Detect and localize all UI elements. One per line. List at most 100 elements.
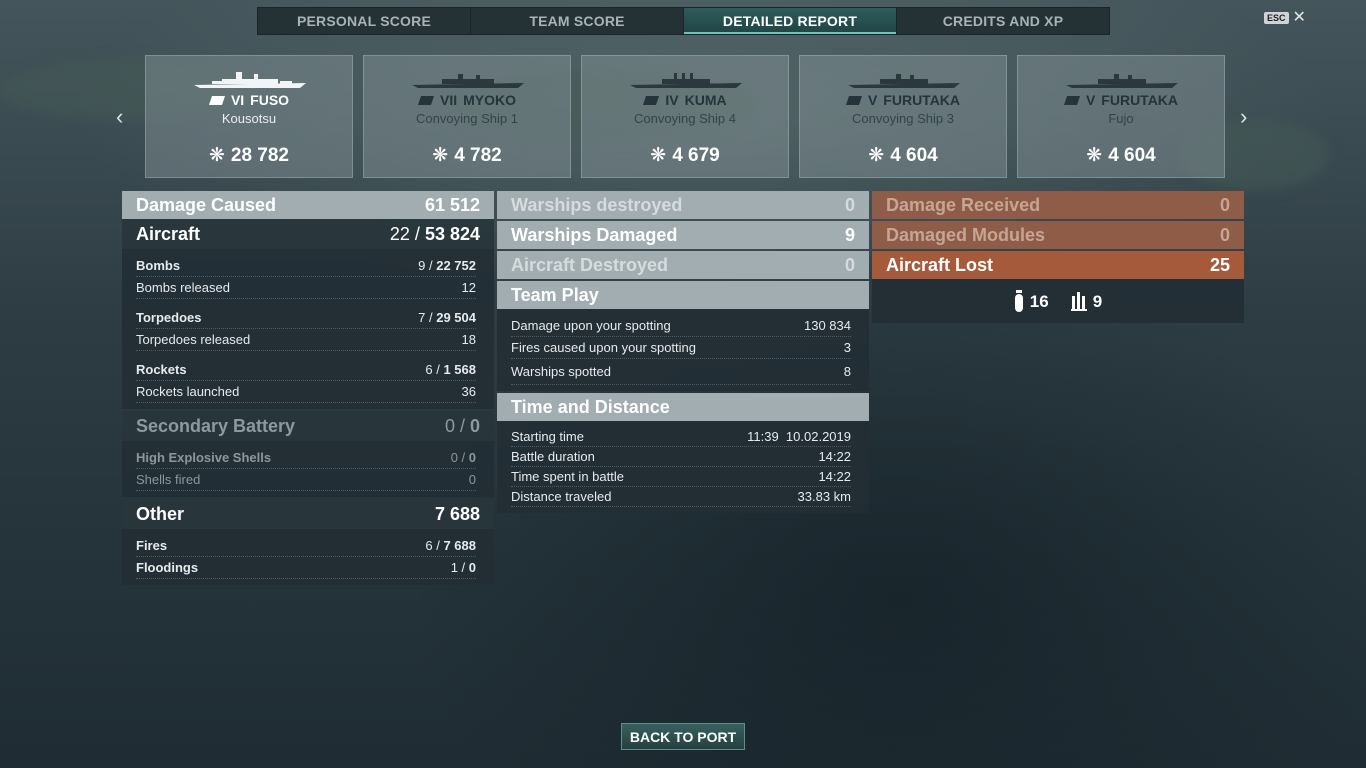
aircraft-destroyed-label: Aircraft Destroyed <box>511 254 669 275</box>
ship-player: Kousotsu <box>221 111 277 126</box>
tab-credits-and-xp[interactable]: CREDITS AND XP <box>897 8 1109 34</box>
rockets-label: Rockets <box>136 362 187 377</box>
damage-caused-total: 61 512 <box>424 194 480 215</box>
damage-received-label: Damage Received <box>886 194 1041 215</box>
explosion-icon: ❋ <box>650 145 667 166</box>
time-distance-value: 33.83 km <box>797 489 851 504</box>
time-distance-label: Battle duration <box>511 449 595 464</box>
torpedo-icon <box>1070 292 1087 311</box>
close-icon[interactable]: ✕ <box>1293 10 1306 26</box>
chevron-left-icon[interactable]: ‹ <box>116 104 123 130</box>
warships-destroyed-value: 0 <box>844 194 855 215</box>
other-total: 7 688 <box>434 503 480 524</box>
ship-name: VI FUSO <box>146 92 352 108</box>
aircraft-label: Aircraft <box>136 223 201 244</box>
ship-title: KUMA <box>684 92 727 108</box>
aircraft-damage: 53 824 <box>424 223 480 244</box>
ship-player: Convoying Ship 4 <box>634 111 736 126</box>
team-play-row: Warships spotted 8 <box>511 359 851 385</box>
team-play-value: 3 <box>843 340 851 355</box>
rockets-launched-label: Rockets launched <box>136 384 240 399</box>
ship-card[interactable]: VII MYOKO Convoying Ship 1 ❋ 4 782 <box>363 55 571 178</box>
other-details: Fires 6 / 7 688 Floodings 1 / 0 <box>122 529 494 585</box>
ship-damage-value: 28 782 <box>230 144 290 166</box>
fires-label: Fires <box>136 538 168 553</box>
damage-caused-label: Damage Caused <box>136 194 277 215</box>
aircraft-destroyed-value: 0 <box>844 254 855 275</box>
other-header: Other 7 688 <box>122 499 494 529</box>
ship-card[interactable]: IV KUMA Convoying Ship 4 ❋ 4 679 <box>581 55 789 178</box>
warships-destroyed-row: Warships destroyed 0 <box>497 191 869 219</box>
warships-damaged-label: Warships Damaged <box>511 224 678 245</box>
separator: / <box>454 415 470 436</box>
rockets-launched-value: 36 <box>461 384 476 399</box>
ship-damage-value: 4 604 <box>1108 144 1156 166</box>
bombs-released-value: 12 <box>461 280 476 295</box>
team-play-label: Warships spotted <box>511 364 611 379</box>
ship-card[interactable]: V FURUTAKA Fujo ❋ 4 604 <box>1017 55 1225 178</box>
tab-personal-score[interactable]: PERSONAL SCORE <box>258 8 471 34</box>
back-to-port-button[interactable]: BACK TO PORT <box>621 723 745 750</box>
damaged-modules-value: 0 <box>1219 224 1230 245</box>
separator: / <box>425 258 437 273</box>
floodings-damage: 0 <box>468 560 476 575</box>
warships-damaged-value: 9 <box>844 224 855 245</box>
close-control[interactable]: ESC ✕ <box>1264 10 1306 26</box>
ship-class-icon <box>845 95 862 105</box>
ship-tier: VII <box>439 92 458 108</box>
chevron-right-icon[interactable]: › <box>1240 104 1247 130</box>
ship-tier: V <box>867 92 878 108</box>
bombs-value: 9 / 22 752 <box>418 258 476 273</box>
aircraft-lost-value: 25 <box>1209 254 1230 275</box>
shells-fired-label: Shells fired <box>136 472 201 487</box>
fires-row: Fires 6 / 7 688 <box>136 535 476 557</box>
ship-title: FURUTAKA <box>1101 92 1179 108</box>
fires-value: 6 / 7 688 <box>425 538 476 553</box>
separator: / <box>432 362 444 377</box>
other-label: Other <box>136 503 185 524</box>
aircraft-lost-breakdown: 16 9 <box>872 279 1244 323</box>
ship-card[interactable]: V FURUTAKA Convoying Ship 3 ❋ 4 604 <box>799 55 1007 178</box>
warships-panel: Warships destroyed 0 Warships Damaged 9 … <box>497 191 869 513</box>
ship-damage: ❋ 4 679 <box>582 144 788 167</box>
aircraft-lost-label: Aircraft Lost <box>886 254 994 275</box>
he-shells-value: 0 / 0 <box>451 450 476 465</box>
he-shells-row: High Explosive Shells 0 / 0 <box>136 447 476 469</box>
ship-player: Fujo <box>1108 111 1134 126</box>
secondary-battery-label: Secondary Battery <box>136 415 296 436</box>
tab-team-score[interactable]: TEAM SCORE <box>471 8 684 34</box>
bombs-label: Bombs <box>136 258 181 273</box>
damaged-modules-label: Damaged Modules <box>886 224 1046 245</box>
ship-damage-value: 4 604 <box>890 144 938 166</box>
tab-detailed-report[interactable]: DETAILED REPORT <box>684 8 897 34</box>
damage-received-row: Damage Received 0 <box>872 191 1244 219</box>
damage-caused-panel: Damage Caused 61 512 Aircraft 22 / 53 82… <box>122 191 494 585</box>
he-hits: 0 <box>450 450 458 465</box>
rockets-hits: 6 <box>425 362 433 377</box>
ship-class-icon <box>643 95 660 105</box>
aircraft-lost-row: Aircraft Lost 25 <box>872 251 1244 279</box>
rockets-value: 6 / 1 568 <box>425 362 476 377</box>
secondary-battery-value: 0 / 0 <box>445 416 480 437</box>
torpedo-bomber-lost: 9 <box>1070 290 1102 312</box>
torpedoes-released-label: Torpedoes released <box>136 332 251 347</box>
team-play-label: Damage upon your spotting <box>511 318 671 333</box>
ship-name: IV KUMA <box>582 92 788 108</box>
time-distance-details: Starting time 11:39 10.02.2019 Battle du… <box>497 421 869 513</box>
aircraft-details: Bombs 9 / 22 752 Bombs released 12 Torpe… <box>122 249 494 409</box>
torpedoes-released-value: 18 <box>461 332 476 347</box>
ship-class-icon <box>208 95 225 105</box>
time-distance-value: 11:39 10.02.2019 <box>747 429 851 444</box>
time-distance-row: Starting time 11:39 10.02.2019 <box>511 427 851 447</box>
ship-title: MYOKO <box>463 92 516 108</box>
ship-player: Convoying Ship 3 <box>852 111 954 126</box>
ship-card[interactable]: VI FUSO Kousotsu ❋ 28 782 <box>145 55 353 178</box>
ship-player: Convoying Ship 1 <box>416 111 518 126</box>
he-shells-label: High Explosive Shells <box>136 450 272 465</box>
ship-damage: ❋ 28 782 <box>146 144 352 167</box>
ship-title: FURUTAKA <box>883 92 961 108</box>
time-distance-row: Time spent in battle 14:22 <box>511 467 851 487</box>
floodings-row: Floodings 1 / 0 <box>136 557 476 579</box>
team-play-label: Fires caused upon your spotting <box>511 340 696 355</box>
